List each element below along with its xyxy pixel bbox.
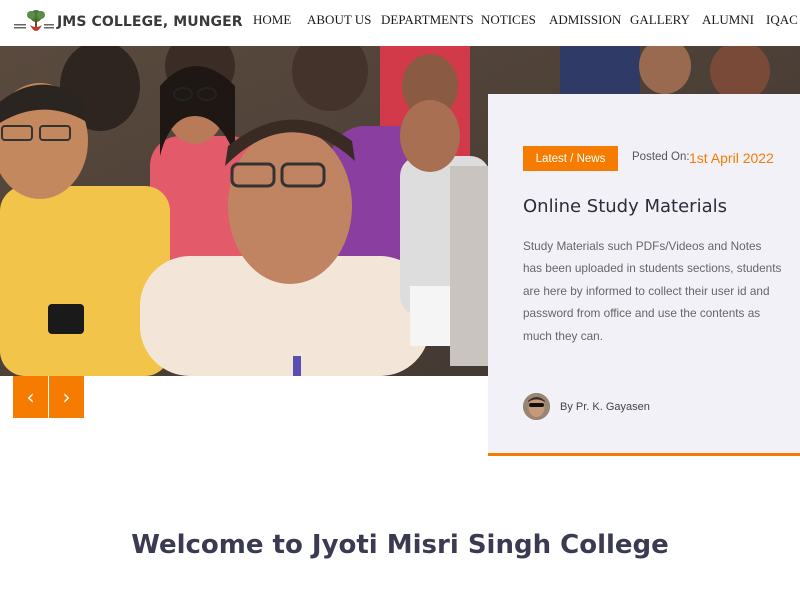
welcome-heading: Welcome to Jyoti Misri Singh College xyxy=(131,530,669,560)
author-name: By Pr. K. Gayasen xyxy=(560,401,650,413)
author-avatar xyxy=(523,393,550,420)
nav-item-home[interactable]: HOME xyxy=(253,12,291,28)
nav-item-iqac[interactable]: IQAC xyxy=(766,12,798,28)
nav-item-alumni[interactable]: ALUMNI xyxy=(702,12,754,28)
college-emblem-icon xyxy=(12,7,56,37)
category-badge[interactable]: Latest / News xyxy=(523,146,618,171)
posted-date: 1st April 2022 xyxy=(689,150,774,166)
site-logo[interactable]: JMS COLLEGE, MUNGER xyxy=(12,4,243,40)
nav-item-departments[interactable]: DEPARTMENTS xyxy=(381,12,474,28)
nav-item-about-us[interactable]: ABOUT US xyxy=(307,12,371,28)
posted-label: Posted On: xyxy=(632,151,690,163)
nav-item-admission[interactable]: ADMISSION xyxy=(549,12,621,28)
site-title: JMS COLLEGE, MUNGER xyxy=(57,14,243,30)
news-title[interactable]: Online Study Materials xyxy=(523,196,727,217)
slider-next-button[interactable]: › xyxy=(49,376,84,418)
news-body: Study Materials such PDFs/Videos and Not… xyxy=(523,239,782,343)
news-card: Latest / News Posted On: 1st April 2022 … xyxy=(488,94,800,456)
site-header: JMS COLLEGE, MUNGER HOME ABOUT US DEPART… xyxy=(0,0,800,46)
nav-item-notices[interactable]: NOTICES xyxy=(481,12,536,28)
slider-prev-button[interactable]: ‹ xyxy=(13,376,48,418)
nav-item-gallery[interactable]: GALLERY xyxy=(630,12,690,28)
